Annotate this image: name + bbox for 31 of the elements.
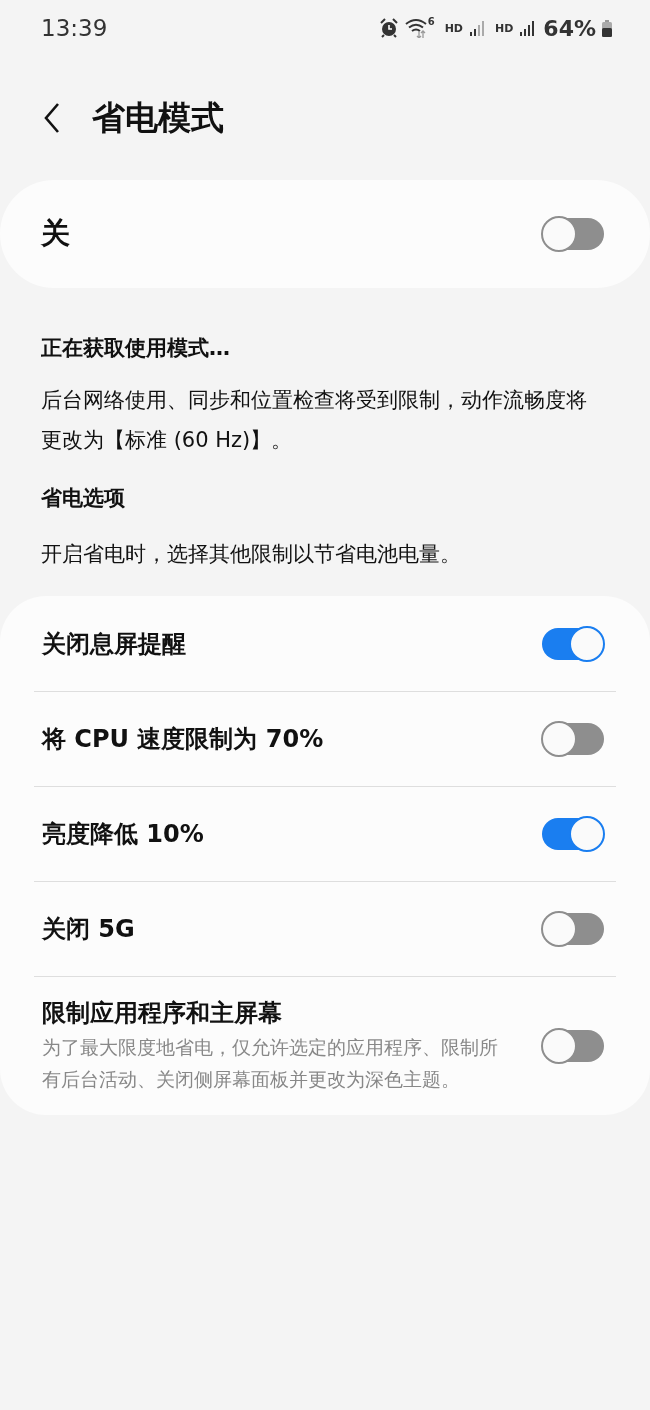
toggle-switch[interactable]	[542, 913, 604, 945]
toggle-switch[interactable]	[542, 218, 604, 250]
option-label: 关闭息屏提醒	[42, 628, 186, 660]
network-type: HD	[444, 21, 463, 35]
back-button[interactable]	[42, 102, 62, 134]
option-description: 为了最大限度地省电，仅允许选定的应用程序、限制所有后台活动、关闭侧屏幕面板并更改为深色主题。	[42, 1035, 499, 1092]
toggle-switch[interactable]	[542, 818, 604, 850]
section-description: 开启省电时，选择其他限制以节省电池电量。	[41, 541, 462, 568]
alarm-icon	[378, 18, 399, 38]
wifi-standard-label: 6	[427, 16, 435, 27]
option-label: 限制应用程序和主屏幕	[42, 998, 283, 1029]
mode-description: 后台网络使用、同步和位置检查将受到限制，动作流畅度将更改为【标准 (60 Hz)】。	[41, 387, 588, 454]
option-label: 亮度降低 10%	[42, 819, 204, 850]
section-title: 省电选项	[41, 485, 126, 512]
clock-time: 13:39	[41, 15, 108, 41]
battery-icon	[602, 19, 612, 37]
back-icon	[42, 102, 62, 134]
signal-icon	[469, 19, 485, 37]
option-label: 关闭 5G	[42, 914, 135, 945]
option-label: 将 CPU 速度限制为 70%	[42, 724, 324, 755]
wifi-icon	[404, 18, 427, 38]
master-switch-label: 关	[41, 215, 70, 252]
toggle-switch[interactable]	[542, 1030, 604, 1062]
toggle-switch[interactable]	[542, 627, 604, 660]
toggle-switch[interactable]	[542, 723, 604, 755]
mode-status: 正在获取使用模式…	[41, 335, 231, 362]
battery-percent: 64%	[543, 15, 596, 41]
signal-icon	[519, 19, 536, 37]
master-switch-card[interactable]: 关	[0, 180, 650, 288]
page-title: 省电模式	[92, 96, 224, 139]
network-type: HD	[495, 21, 514, 35]
